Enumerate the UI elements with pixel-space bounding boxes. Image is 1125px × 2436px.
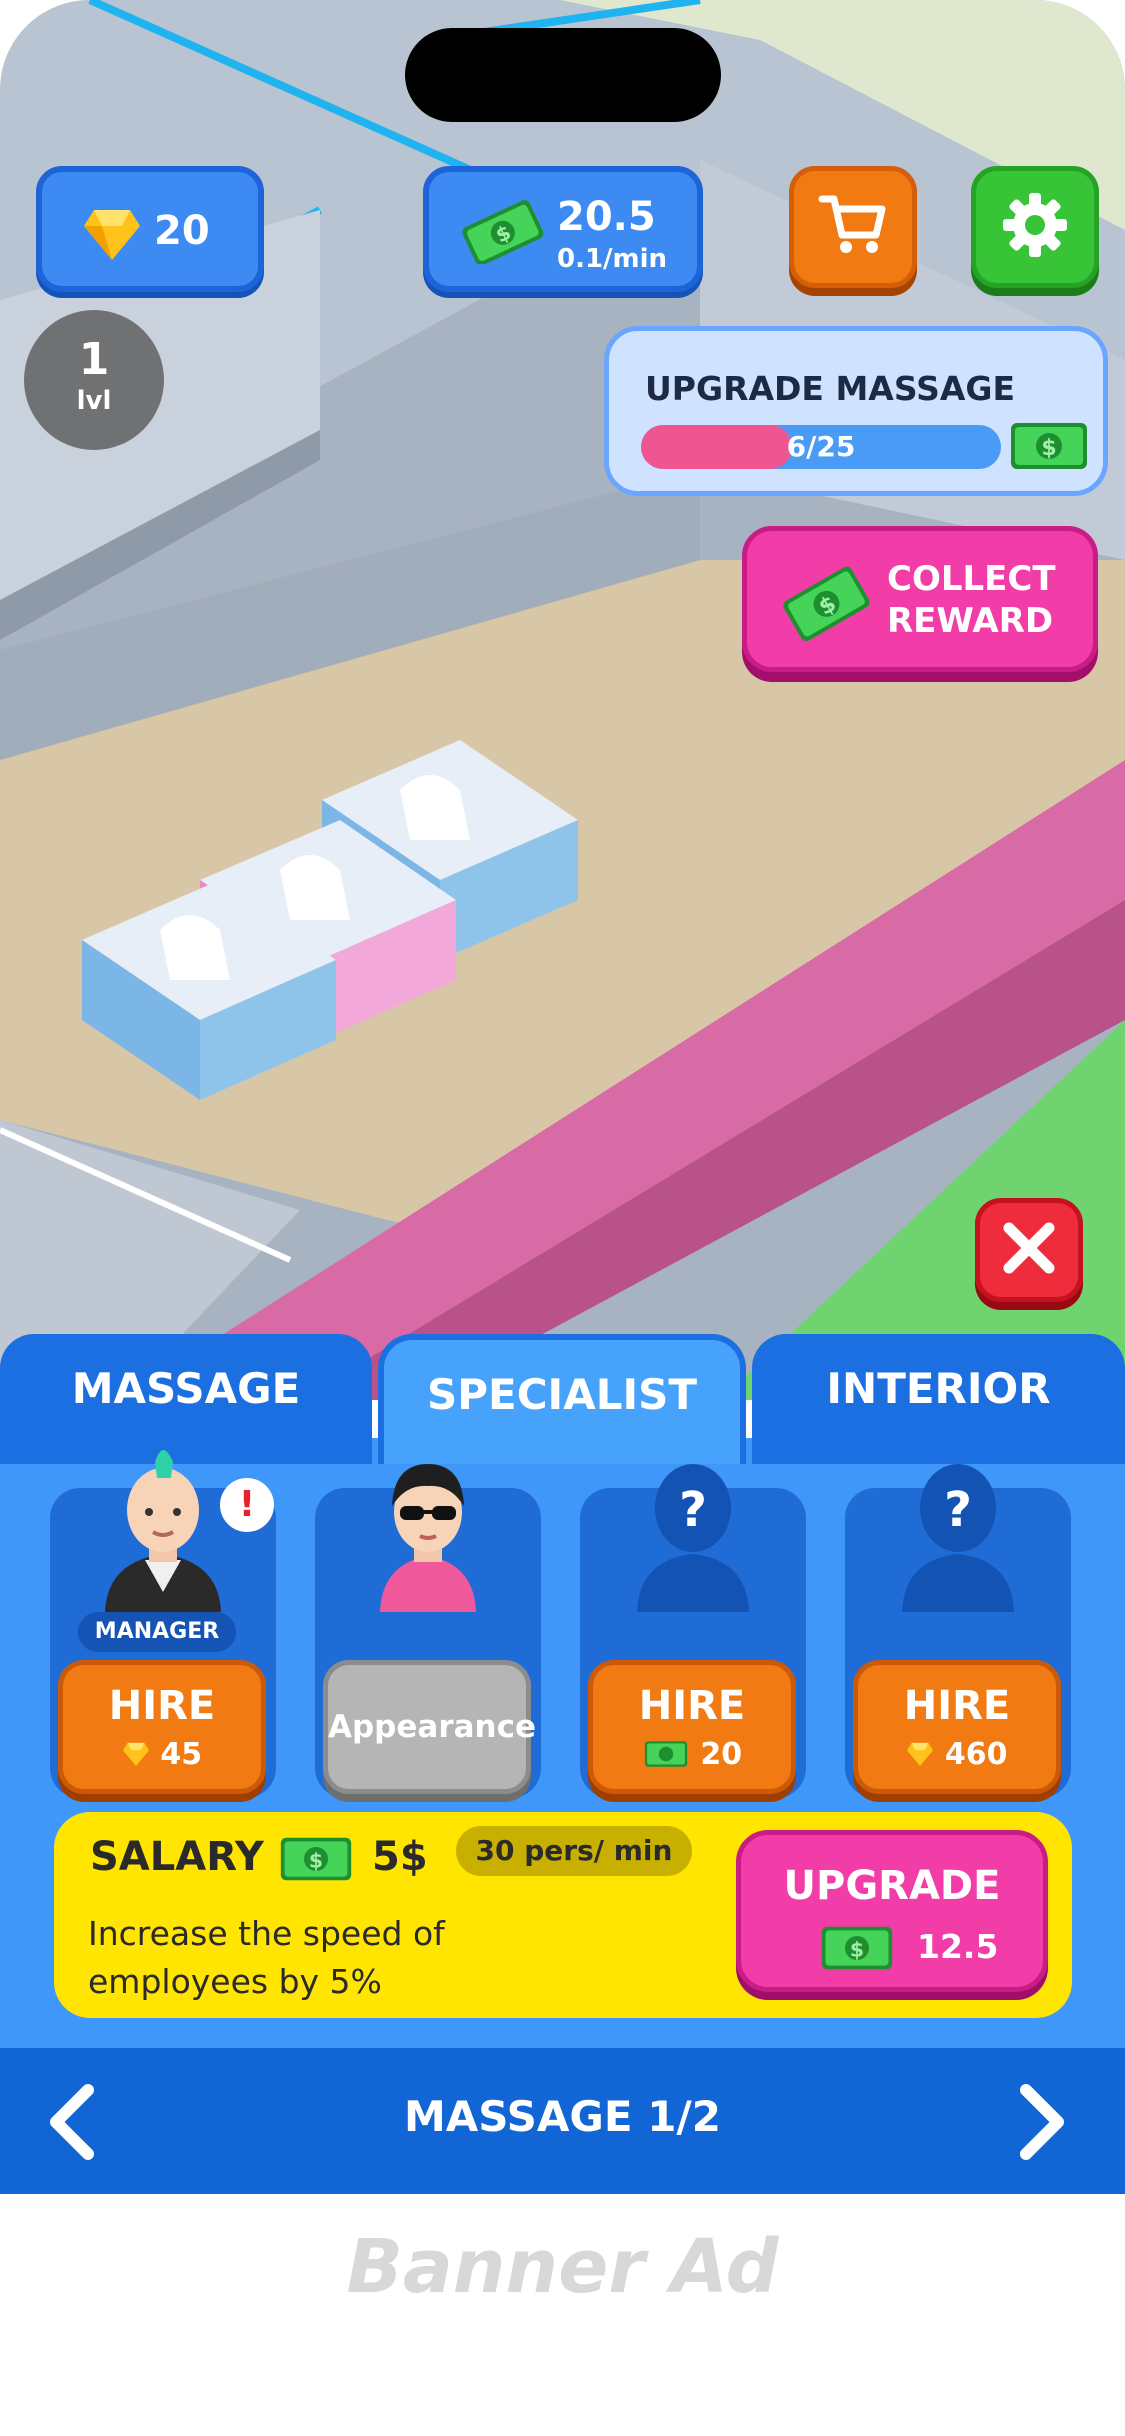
level-badge: 1 lvl [24,310,164,450]
upgrade-progress-bar: 6/25 [641,425,1001,469]
svg-text:$: $ [850,1937,864,1961]
unknown-mark: ? [944,1482,972,1538]
salary-rate: 30 pers/ min [456,1826,692,1876]
upgrade-progress-text: 6/25 [786,430,856,463]
hire-locked-1-button[interactable]: HIRE 20 [588,1660,796,1794]
hire-label: HIRE [108,1683,216,1729]
cash-bill-icon: $ [819,1923,895,1977]
locked-silhouette-icon: ? [623,1442,763,1616]
cash-counter: $ 20.5 0.1/min [423,166,703,292]
specialist-avatar [358,1442,498,1616]
camera-notch [405,28,721,122]
cash-rate: 0.1/min [557,244,668,274]
level-number: 1 [78,334,110,385]
cart-icon [818,193,888,261]
manager-avatar [93,1442,233,1616]
gem-count: 20 [154,208,210,254]
alert-icon: ! [220,1478,274,1532]
gem-icon [82,206,142,266]
cash-amount: 20.5 [557,194,656,240]
collect-reward-line2: REWARD [887,601,1054,641]
cash-bill-icon: $ [459,198,545,268]
banner-ad-label: Banner Ad [346,2224,779,2310]
specialist-card-manager: ! MANAGER HIRE 45 [50,1450,276,1798]
upgrade-massage-card[interactable]: UPGRADE MASSAGE 6/25 $ [604,326,1108,496]
salary-amount: 5$ [372,1834,428,1880]
svg-text:$: $ [1041,436,1056,461]
shop-button[interactable] [789,166,917,288]
upgrade-button[interactable]: UPGRADE $ 12.5 [736,1830,1048,1992]
close-panel-button[interactable] [975,1198,1083,1302]
close-icon [1001,1220,1057,1280]
collect-reward-line1: COLLECT [887,559,1056,599]
phone-screen: 20 $ 20.5 0.1/min 1 lvl UPGRADE MASSAGE … [0,0,1125,2436]
cash-bill-icon [644,1741,688,1767]
salary-panel: SALARY $ 5$ 30 pers/ min Increase the sp… [54,1812,1072,2018]
specialist-card-locked-2: ? HIRE 460 [845,1464,1071,1798]
hire-price-value: 460 [944,1737,1008,1772]
hire-price-value: 45 [160,1737,203,1772]
salary-label: SALARY [90,1834,264,1880]
banner-ad[interactable]: Banner Ad [0,2194,1125,2436]
hire-label: HIRE [638,1683,746,1729]
cash-bill-icon: $ [1009,419,1089,477]
gem-counter: 20 [36,166,264,292]
upgrade-massage-title: UPGRADE MASSAGE [645,369,1016,408]
svg-text:$: $ [309,1848,323,1872]
upgrade-label: UPGRADE [783,1863,1001,1909]
manager-badge: MANAGER [78,1612,236,1652]
hire-manager-button[interactable]: HIRE 45 [58,1660,266,1794]
hire-price: 20 [593,1737,791,1772]
next-arrow-button[interactable] [1010,2082,1070,2166]
specialist-card-stylist: Appearance [315,1464,541,1798]
locked-silhouette-icon: ? [888,1442,1028,1616]
hire-locked-2-button[interactable]: HIRE 460 [853,1660,1061,1794]
collect-reward-button[interactable]: $ COLLECT REWARD [742,526,1098,672]
gem-icon [907,1742,934,1767]
settings-button[interactable] [971,166,1099,288]
hire-price: 45 [63,1737,261,1772]
appearance-button[interactable]: Appearance [323,1660,536,1794]
gear-icon [1001,191,1069,263]
cash-bill-icon: $ [781,563,871,647]
salary-description: Increase the speed of employees by 5% [88,1914,445,2001]
upgrade-price: 12.5 [917,1927,999,1966]
cash-bill-icon: $ [278,1834,354,1888]
hire-label: HIRE [903,1683,1011,1729]
chevron-right-icon [1020,2084,1064,2160]
hire-price: 460 [858,1737,1056,1772]
specialist-card-locked-1: ? HIRE 20 [580,1464,806,1798]
pager-label: MASSAGE 1/2 [404,2092,721,2141]
category-pager: MASSAGE 1/2 [0,2048,1125,2194]
level-label: lvl [76,386,112,416]
hire-price-value: 20 [700,1737,743,1772]
unknown-mark: ? [679,1482,707,1538]
gem-icon [122,1742,149,1767]
